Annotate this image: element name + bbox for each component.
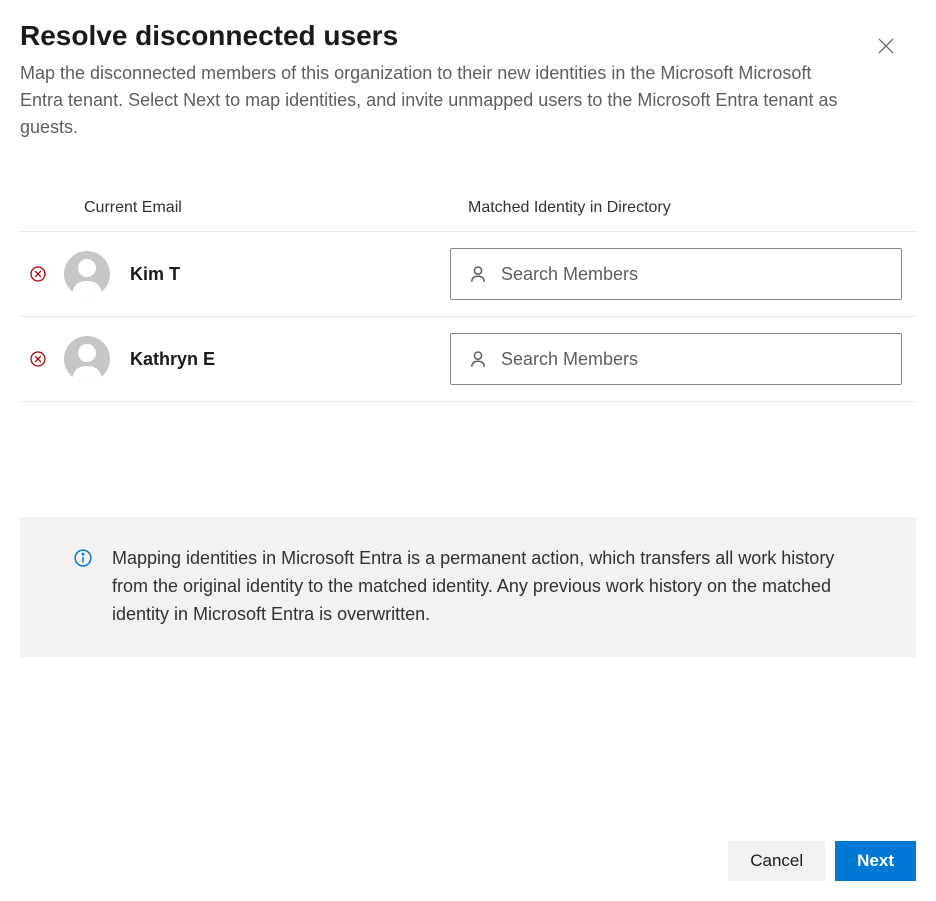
user-row-left: Kim T (20, 251, 450, 297)
error-icon (30, 266, 46, 282)
info-box: Mapping identities in Microsoft Entra is… (20, 517, 916, 657)
member-search-input[interactable] (501, 349, 883, 370)
person-search-icon (469, 350, 487, 368)
user-table-scroll[interactable]: Current Email Matched Identity in Direct… (20, 187, 916, 467)
column-header-identity: Matched Identity in Directory (450, 199, 916, 217)
dialog-header: Resolve disconnected users Map the disco… (0, 20, 936, 151)
person-search-icon (469, 265, 487, 283)
close-button[interactable] (870, 30, 902, 62)
error-icon (30, 351, 46, 367)
member-search-input[interactable] (501, 264, 883, 285)
dialog-footer: Cancel Next (728, 841, 916, 881)
cancel-button[interactable]: Cancel (728, 841, 825, 881)
user-row-left: Kathryn E (20, 336, 450, 382)
member-search-box[interactable] (450, 333, 902, 385)
column-header-row: Current Email Matched Identity in Direct… (20, 187, 916, 232)
column-header-email: Current Email (20, 199, 450, 217)
user-row-right (450, 248, 916, 300)
user-row: Kathryn E (20, 317, 916, 402)
user-name-label: Kim T (130, 264, 180, 285)
info-icon (74, 549, 92, 567)
dialog-subtitle: Map the disconnected members of this org… (20, 60, 850, 141)
info-text: Mapping identities in Microsoft Entra is… (112, 545, 862, 629)
avatar (64, 251, 110, 297)
dialog-title: Resolve disconnected users (20, 20, 916, 52)
user-list-section: Current Email Matched Identity in Direct… (0, 187, 936, 467)
resolve-users-dialog: Resolve disconnected users Map the disco… (0, 0, 936, 901)
avatar (64, 336, 110, 382)
member-search-box[interactable] (450, 248, 902, 300)
user-row: Kim T (20, 232, 916, 317)
user-name-label: Kathryn E (130, 349, 215, 370)
close-icon (878, 38, 894, 54)
user-row-right (450, 333, 916, 385)
next-button[interactable]: Next (835, 841, 916, 881)
